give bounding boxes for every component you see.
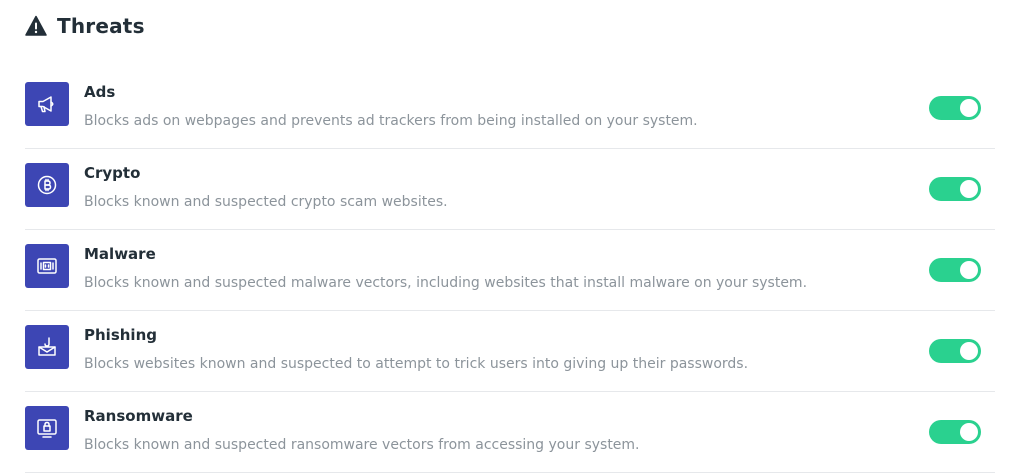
toggle-knob (960, 99, 978, 117)
toggle-knob (960, 180, 978, 198)
threat-list: Ads Blocks ads on webpages and prevents … (25, 68, 995, 473)
threat-description: Blocks known and suspected crypto scam w… (84, 194, 448, 210)
section-title: Threats (57, 14, 145, 38)
threat-row-ransomware: Ransomware Blocks known and suspected ra… (25, 392, 995, 473)
threat-row-malware: Malware Blocks known and suspected malwa… (25, 230, 995, 311)
crypto-toggle[interactable] (929, 177, 981, 201)
ads-toggle[interactable] (929, 96, 981, 120)
malware-tile (25, 244, 69, 288)
threat-row-ads: Ads Blocks ads on webpages and prevents … (25, 68, 995, 149)
toggle-knob (960, 261, 978, 279)
threat-name: Ransomware (84, 407, 193, 425)
phishing-envelope-icon (38, 337, 56, 356)
chip-icon (37, 258, 57, 274)
toggle-knob (960, 423, 978, 441)
megaphone-icon (38, 96, 54, 113)
warning-icon (25, 15, 47, 37)
lock-screen-icon (37, 419, 57, 438)
threat-row-phishing: Phishing Blocks websites known and suspe… (25, 311, 995, 392)
threat-name: Malware (84, 245, 156, 263)
bitcoin-icon (37, 175, 57, 195)
ads-tile (25, 82, 69, 126)
ransomware-toggle[interactable] (929, 420, 981, 444)
malware-toggle[interactable] (929, 258, 981, 282)
ransomware-tile (25, 406, 69, 450)
threat-name: Ads (84, 83, 116, 101)
crypto-tile (25, 163, 69, 207)
threat-name: Crypto (84, 164, 141, 182)
section-header: Threats (25, 13, 145, 39)
phishing-toggle[interactable] (929, 339, 981, 363)
toggle-knob (960, 342, 978, 360)
threat-description: Blocks known and suspected ransomware ve… (84, 437, 640, 453)
threat-description: Blocks websites known and suspected to a… (84, 356, 749, 372)
threat-row-crypto: Crypto Blocks known and suspected crypto… (25, 149, 995, 230)
threat-description: Blocks known and suspected malware vecto… (84, 275, 808, 291)
threat-name: Phishing (84, 326, 157, 344)
threat-description: Blocks ads on webpages and prevents ad t… (84, 113, 698, 129)
phishing-tile (25, 325, 69, 369)
